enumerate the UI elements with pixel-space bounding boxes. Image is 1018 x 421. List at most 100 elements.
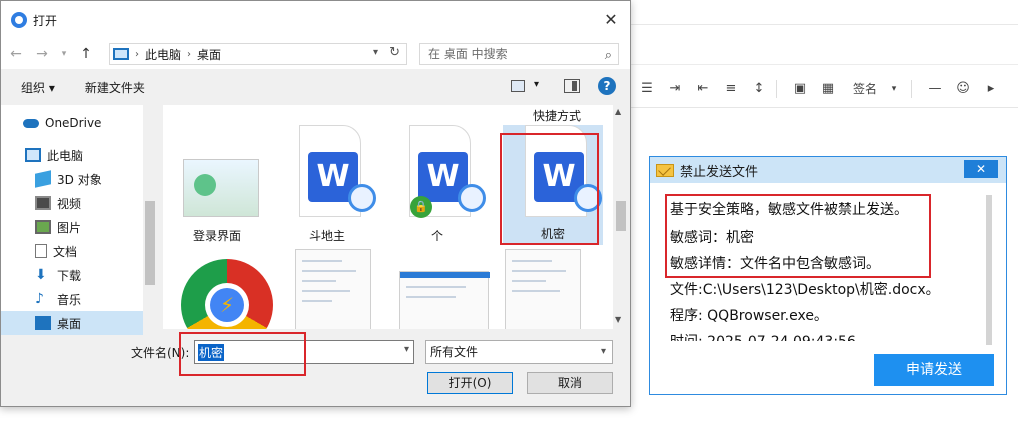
- chevron-down-icon[interactable]: ▾: [534, 79, 539, 90]
- file-item-ge[interactable]: W 🔒 个: [387, 109, 487, 243]
- minus-icon[interactable]: —: [924, 78, 946, 100]
- navigation-pane: OneDrive 此电脑 3D 对象 视频 图片 文档 ⬇ 下载 ♪ 音乐 桌面: [1, 105, 157, 335]
- image-icon[interactable]: ▣: [789, 78, 811, 100]
- filetype-select[interactable]: 所有文件 ▾: [425, 340, 613, 364]
- alert-scrollbar[interactable]: [986, 195, 992, 345]
- indent-icon[interactable]: ⇥: [664, 78, 686, 100]
- login-screenshot-thumbnail: [183, 159, 259, 217]
- file-item-login[interactable]: 登录界面: [167, 109, 267, 243]
- chevron-right-icon[interactable]: ›: [187, 49, 191, 60]
- chrome-icon[interactable]: ⚡: [181, 259, 273, 329]
- table-icon[interactable]: ▦: [817, 78, 839, 100]
- navigation-bar: ← → ▾ ↑ › 此电脑 › 桌面 ▾ ↻ 在 桌面 中搜索 ⌕: [1, 39, 630, 69]
- preview-pane-icon[interactable]: [564, 79, 580, 93]
- thumbnail-line: [302, 300, 332, 302]
- cube-icon: [35, 170, 51, 188]
- organize-button[interactable]: 组织 ▾: [21, 79, 55, 96]
- chevron-down-icon[interactable]: ▾: [883, 78, 905, 100]
- filename-input[interactable]: 机密 ▾: [194, 340, 414, 364]
- file-item-jimi[interactable]: W 机密: [503, 125, 603, 245]
- qq-browser-badge-icon: [348, 184, 376, 212]
- chrome-inner-circle: ⚡: [205, 283, 249, 327]
- thumbnail-line: [302, 280, 336, 282]
- screenshot-thumbnail[interactable]: [399, 271, 490, 329]
- more-icon[interactable]: ▸: [980, 78, 1002, 100]
- chevron-down-icon[interactable]: ▾: [404, 344, 409, 355]
- picture-icon: [35, 220, 51, 234]
- open-button[interactable]: 打开(O): [427, 372, 513, 394]
- cancel-button[interactable]: 取消: [527, 372, 613, 394]
- sidebar-item-this-pc[interactable]: 此电脑: [1, 143, 143, 167]
- browser-logo-icon: [11, 12, 27, 28]
- editor-divider: [630, 24, 1018, 25]
- desktop-icon: [35, 316, 51, 330]
- list-icon[interactable]: ☰: [636, 78, 658, 100]
- chevron-right-icon[interactable]: ›: [135, 49, 139, 60]
- breadcrumb-desktop[interactable]: 桌面: [197, 46, 221, 63]
- toolbar-separator: [911, 79, 913, 98]
- sidebar-item-pictures[interactable]: 图片: [1, 215, 143, 239]
- screenshot-thumbnail[interactable]: [295, 249, 371, 329]
- search-placeholder: 在 桌面 中搜索: [428, 47, 508, 61]
- scroll-down-icon[interactable]: ▼: [615, 315, 621, 324]
- search-icon[interactable]: ⌕: [605, 46, 612, 66]
- file-label: 个: [430, 229, 443, 243]
- breadcrumb-this-pc[interactable]: 此电脑: [145, 46, 181, 63]
- refresh-icon[interactable]: ↻: [389, 45, 400, 60]
- close-button[interactable]: ✕: [600, 9, 622, 31]
- sidebar-item-documents[interactable]: 文档: [1, 239, 143, 263]
- sidebar-item-3d-objects[interactable]: 3D 对象: [1, 167, 143, 191]
- thumbnail-line: [512, 270, 566, 272]
- thumbnail-line: [512, 280, 546, 282]
- sidebar-item-label: 图片: [57, 220, 82, 235]
- thumbnail-line: [512, 260, 552, 262]
- recent-chevron-icon[interactable]: ▾: [57, 43, 71, 65]
- sidebar-item-label: 文档: [53, 244, 78, 259]
- address-bar[interactable]: › 此电脑 › 桌面 ▾ ↻: [109, 43, 407, 65]
- signature-button[interactable]: 签名: [853, 78, 877, 100]
- line-spacing-icon[interactable]: ↕: [748, 78, 770, 100]
- thumbnail-line: [302, 290, 350, 292]
- sidebar-scroll-thumb[interactable]: [145, 201, 155, 285]
- apply-send-button[interactable]: 申请发送: [874, 354, 994, 386]
- word-document-icon: W 🔒: [409, 125, 486, 218]
- editor-toolbar: ☰ ⇥ ⇤ ≡ ↕ ▣ ▦ 签名 ▾ — ☺ ▸: [630, 70, 1018, 108]
- alert-line: 时间: 2025-07-24 09:43:56.: [670, 331, 860, 341]
- thumbnail-line: [302, 260, 342, 262]
- lock-icon: 🔒: [410, 196, 432, 218]
- sidebar-item-label: 音乐: [57, 292, 82, 307]
- chevron-down-icon[interactable]: ▾: [601, 341, 606, 363]
- search-input[interactable]: 在 桌面 中搜索 ⌕: [419, 43, 619, 65]
- align-icon[interactable]: ≡: [720, 78, 742, 100]
- film-icon: [35, 196, 51, 210]
- emoji-icon[interactable]: ☺: [952, 78, 974, 100]
- toolbar-separator: [776, 79, 777, 98]
- sidebar-item-desktop[interactable]: 桌面: [1, 311, 143, 335]
- file-item-doudizhu[interactable]: W 斗地主: [277, 109, 377, 243]
- sidebar-item-label: 视频: [57, 196, 82, 211]
- chevron-down-icon[interactable]: ▾: [373, 47, 378, 58]
- computer-icon: [113, 48, 129, 60]
- sidebar-item-label: 3D 对象: [57, 172, 102, 187]
- alert-close-button[interactable]: ✕: [964, 160, 998, 178]
- file-list-scroll-thumb[interactable]: [616, 201, 626, 231]
- view-icon[interactable]: [511, 80, 525, 92]
- computer-icon: [25, 148, 41, 162]
- sidebar-item-videos[interactable]: 视频: [1, 191, 143, 215]
- outdent-icon[interactable]: ⇤: [692, 78, 714, 100]
- envelope-icon: [656, 163, 674, 177]
- up-arrow-icon[interactable]: ↑: [75, 43, 97, 65]
- back-arrow-icon[interactable]: ←: [5, 43, 27, 65]
- sidebar-item-onedrive[interactable]: OneDrive: [1, 111, 143, 135]
- title-bar: 打开 ✕: [1, 1, 630, 39]
- help-icon[interactable]: ?: [598, 77, 616, 95]
- sidebar-item-music[interactable]: ♪ 音乐: [1, 287, 143, 311]
- new-folder-button[interactable]: 新建文件夹: [85, 79, 145, 96]
- screenshot-thumbnail[interactable]: [505, 249, 581, 329]
- scroll-up-icon[interactable]: ▲: [615, 107, 621, 116]
- forward-arrow-icon[interactable]: →: [31, 43, 53, 65]
- thumbnail-line: [406, 286, 466, 288]
- filetype-value: 所有文件: [430, 345, 479, 359]
- sidebar-item-label: 下载: [57, 268, 82, 283]
- sidebar-item-downloads[interactable]: ⬇ 下载: [1, 263, 143, 287]
